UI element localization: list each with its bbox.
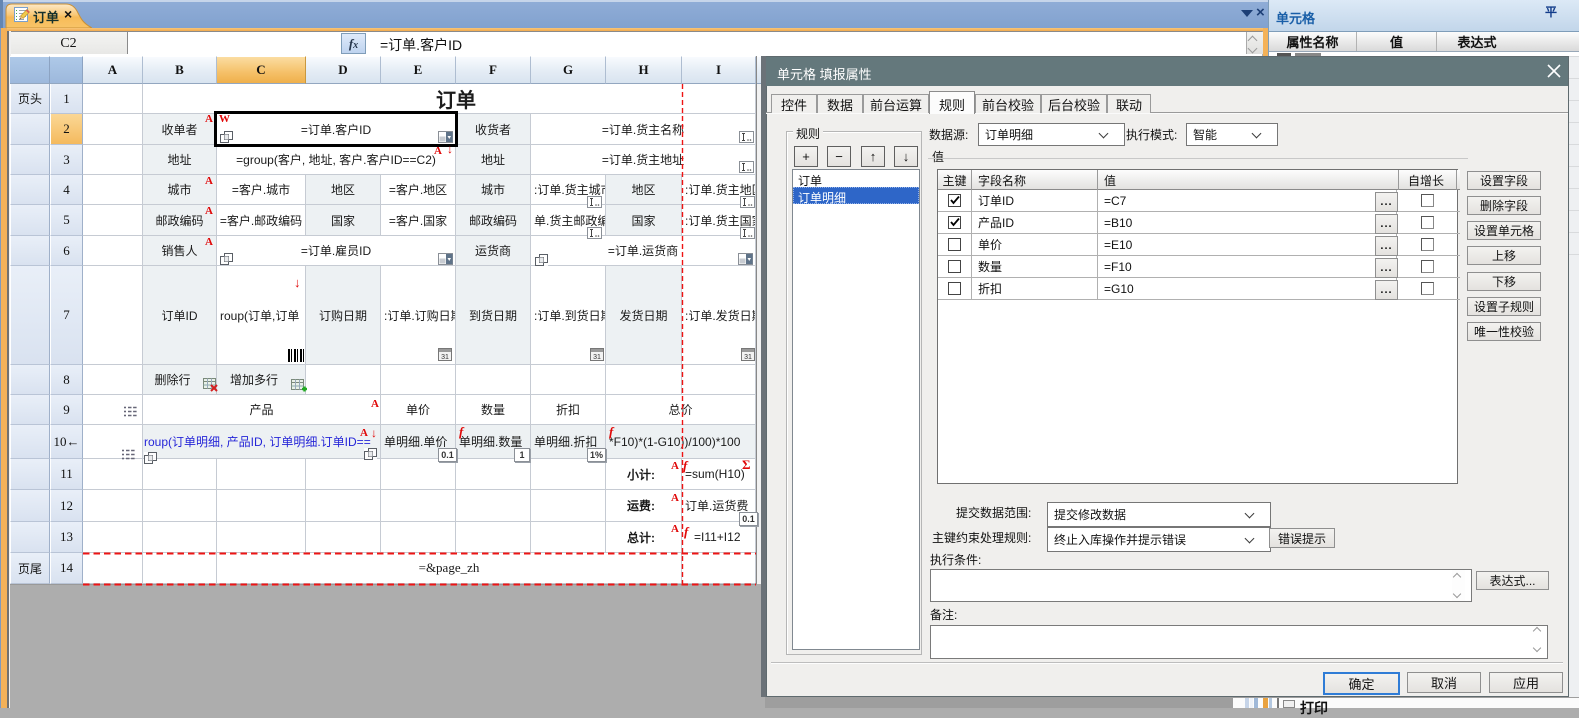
svg-text:31: 31 — [593, 354, 601, 361]
svg-text:31: 31 — [744, 354, 752, 361]
svg-text:31: 31 — [441, 354, 449, 361]
